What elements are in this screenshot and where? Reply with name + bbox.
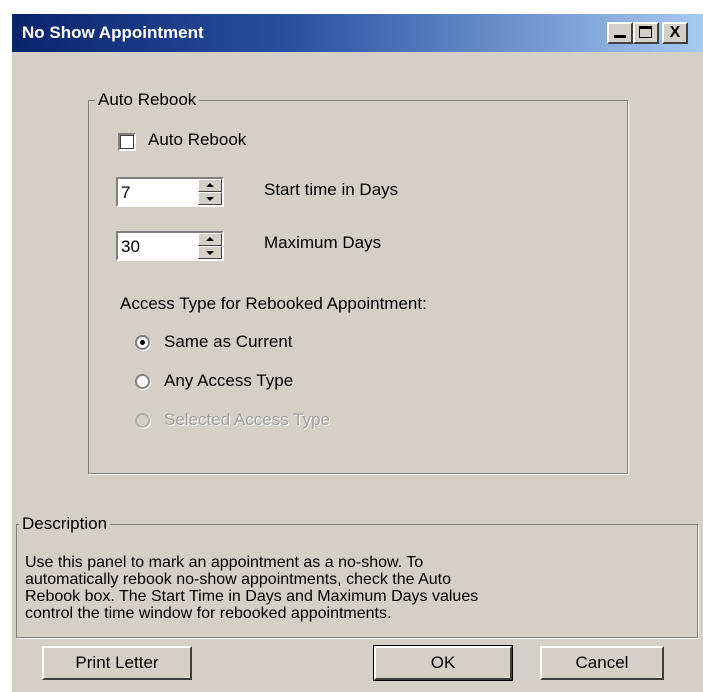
description-group-label: Description (22, 514, 108, 533)
maximize-icon (639, 26, 652, 38)
description-line: automatically rebook no-show appointment… (25, 571, 452, 588)
arrow-down-icon (206, 251, 214, 255)
maximum-days-down-arrow[interactable] (198, 246, 222, 259)
auto-rebook-checkbox[interactable] (118, 133, 136, 151)
close-button[interactable]: X (662, 22, 688, 44)
start-time-down-arrow[interactable] (198, 192, 222, 205)
start-time-spin-arrows (198, 179, 222, 205)
radio-selected-access-type-label: Selected Access Type (164, 410, 331, 429)
start-time-spinner[interactable]: 7 (116, 177, 224, 207)
maximum-days-value[interactable]: 30 (121, 237, 140, 257)
description-line: control the time window for rebooked app… (25, 605, 392, 622)
start-time-up-arrow[interactable] (198, 179, 222, 192)
radio-any-access-type-label[interactable]: Any Access Type (164, 371, 293, 391)
description-text: Use this panel to mark an appointment as… (25, 554, 685, 622)
maximum-days-spinner[interactable]: 30 (116, 231, 224, 261)
radio-same-as-current-label[interactable]: Same as Current (164, 332, 293, 352)
access-type-heading: Access Type for Rebooked Appointment: (120, 294, 427, 313)
description-line: Use this panel to mark an appointment as… (25, 554, 424, 571)
start-time-label: Start time in Days (264, 180, 399, 199)
minimize-icon (614, 35, 626, 38)
minimize-button[interactable] (607, 22, 633, 44)
radio-selected-access-type (135, 413, 150, 428)
auto-rebook-checkbox-label: Auto Rebook (148, 130, 247, 149)
start-time-value[interactable]: 7 (121, 183, 130, 203)
close-icon: X (669, 24, 681, 41)
no-show-dialog: No Show Appointment X Auto Rebook Auto R… (10, 12, 703, 692)
maximum-days-up-arrow[interactable] (198, 233, 222, 246)
description-group: Description Use this panel to mark an ap… (16, 514, 698, 638)
window-title: No Show Appointment (22, 23, 204, 42)
title-bar[interactable]: No Show Appointment X (12, 14, 703, 52)
print-letter-button[interactable]: Print Letter (42, 646, 192, 680)
cancel-button[interactable]: Cancel (540, 646, 664, 680)
arrow-up-icon (206, 183, 214, 187)
maximum-days-spin-arrows (198, 233, 222, 259)
arrow-down-icon (206, 197, 214, 201)
ok-button[interactable]: OK (373, 645, 513, 681)
radio-any-access-type[interactable] (135, 374, 150, 389)
radio-selected-dot (140, 340, 145, 345)
description-line: Rebook box. The Start Time in Days and M… (25, 588, 479, 605)
maximum-days-label: Maximum Days (264, 233, 382, 252)
radio-same-as-current[interactable] (135, 335, 150, 350)
auto-rebook-group-label: Auto Rebook (98, 90, 197, 109)
maximize-button[interactable] (633, 22, 659, 44)
arrow-up-icon (206, 237, 214, 241)
